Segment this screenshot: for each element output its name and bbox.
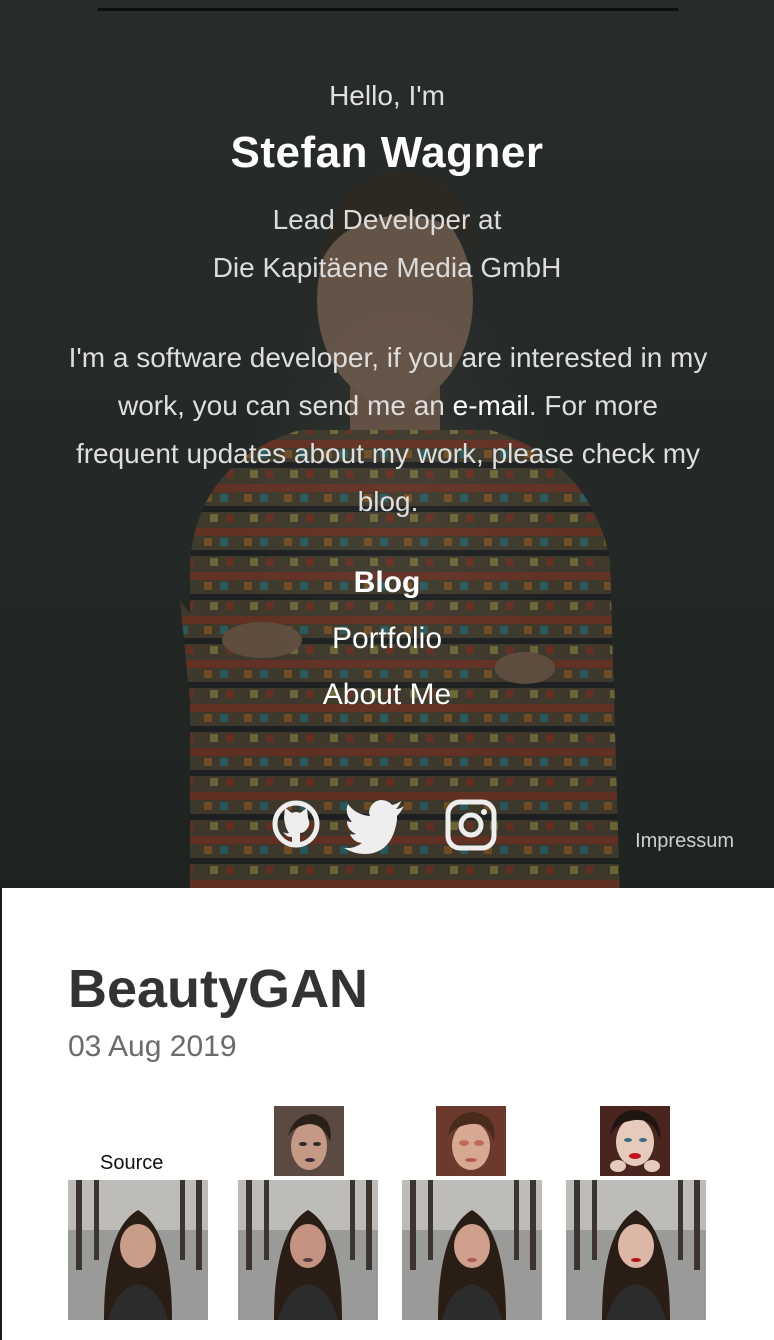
greeting: Hello, I'm: [329, 80, 445, 111]
result-image-2: [402, 1180, 542, 1320]
top-divider: [98, 8, 678, 11]
email-link[interactable]: e-mail: [453, 390, 529, 421]
nav-blog-link[interactable]: Blog: [0, 566, 774, 600]
author-role: Lead Developer at Die Kapitäene Media Gm…: [0, 196, 774, 292]
nav-portfolio-link[interactable]: Portfolio: [0, 622, 774, 656]
reference-face-2: [436, 1106, 506, 1176]
blog-content: BeautyGAN 03 Aug 2019 Source: [0, 888, 774, 1340]
author-name: Stefan Wagner: [230, 128, 544, 177]
post-date: 03 Aug 2019: [68, 1030, 237, 1063]
nav-about-link[interactable]: About Me: [0, 678, 774, 712]
role-line-2: Die Kapitäene Media GmbH: [212, 252, 562, 283]
source-image: [68, 1180, 208, 1320]
impressum-link[interactable]: Impressum: [635, 830, 734, 853]
role-line-1: Lead Developer at: [272, 204, 502, 235]
instagram-icon[interactable]: [442, 796, 502, 856]
intro-paragraph: I'm a software developer, if you are int…: [66, 334, 710, 526]
post-title[interactable]: BeautyGAN: [68, 958, 368, 1020]
reference-face-3: [600, 1106, 670, 1176]
github-icon[interactable]: [270, 796, 330, 856]
reference-face-1: [274, 1106, 344, 1176]
twitter-icon[interactable]: [344, 796, 408, 856]
result-image-1: [238, 1180, 378, 1320]
hero-section: Hello, I'm Stefan Wagner Lead Developer …: [0, 0, 774, 888]
source-label: Source: [100, 1152, 164, 1174]
result-image-3: [566, 1180, 706, 1320]
